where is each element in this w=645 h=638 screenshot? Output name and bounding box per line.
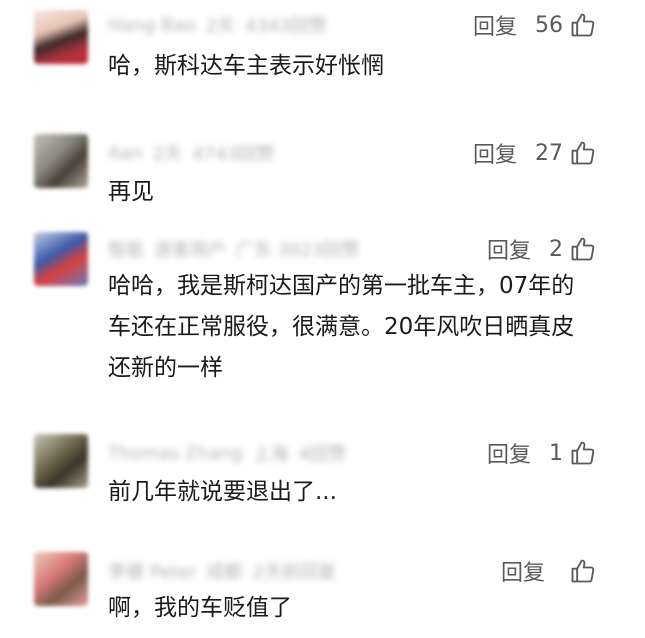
reply-button[interactable]: 回复 [473, 9, 517, 41]
comment-actions: 回复 [501, 554, 597, 588]
like-button[interactable] [563, 557, 597, 585]
comment-meta: 智能 游客用户 广东 3023回赞 [108, 236, 360, 262]
thumbs-up-icon [571, 141, 595, 165]
avatar[interactable] [34, 232, 88, 286]
avatar[interactable] [34, 434, 88, 488]
comment-meta: Hang Bao 2天 4343回赞 [108, 14, 327, 38]
thumbs-up-icon [571, 237, 595, 261]
time: 2天 [152, 144, 183, 165]
location: 4343回赞 [244, 16, 327, 37]
time: 上海 [252, 444, 289, 465]
like-button[interactable]: 1 [549, 439, 597, 467]
avatar[interactable] [34, 10, 88, 64]
time: 游客用户 [154, 240, 226, 261]
comment-meta: Thomas Zhang 上海 4回赞 [108, 442, 347, 466]
comment-actions: 回复 27 [473, 136, 597, 170]
reply-button[interactable]: 回复 [501, 555, 545, 587]
location: 广东 3023回赞 [236, 240, 360, 261]
username[interactable]: Thomas Zhang [108, 443, 243, 464]
thumbs-up-icon [571, 559, 595, 583]
like-button[interactable]: 27 [535, 139, 597, 167]
like-button[interactable]: 2 [549, 235, 597, 263]
like-count: 1 [549, 440, 563, 466]
location: 4回赞 [298, 444, 347, 465]
thumbs-up-icon [571, 13, 595, 37]
avatar[interactable] [34, 552, 88, 606]
comment-text: 哈哈，我是斯柯达国产的第一批车主，07年的车还在正常服役，很满意。20年风吹日晒… [108, 273, 575, 381]
time: 成都 [206, 562, 243, 583]
comment-actions: 回复 1 [487, 436, 597, 470]
like-count: 27 [535, 140, 563, 166]
username[interactable]: 李健 Peter [108, 558, 197, 584]
comment-text: 前几年就说要退出了... [108, 479, 337, 505]
reply-button[interactable]: 回复 [487, 233, 531, 265]
location: 4743回赞 [192, 144, 275, 165]
comment-meta: Aan 2天 4743回赞 [108, 142, 275, 166]
time: 2天 [205, 16, 235, 37]
username[interactable]: Hang Bao [108, 15, 196, 36]
username[interactable]: Aan [108, 143, 143, 164]
username[interactable]: 智能 [108, 236, 144, 262]
like-button[interactable]: 56 [535, 11, 597, 39]
comment-actions: 回复 2 [487, 232, 597, 266]
avatar[interactable] [34, 134, 88, 188]
comment-text: 哈，斯科达车主表示好怅惘 [108, 53, 384, 79]
reply-button[interactable]: 回复 [473, 137, 517, 169]
comment-meta: 李健 Peter 成都 2天前回复 [108, 558, 336, 584]
comment-text: 啊，我的车贬值了 [108, 595, 292, 621]
comment-actions: 回复 56 [473, 8, 597, 42]
like-count: 2 [549, 236, 563, 262]
reply-button[interactable]: 回复 [487, 437, 531, 469]
like-count: 56 [535, 12, 563, 38]
location: 2天前回复 [252, 562, 336, 583]
comment-text: 再见 [108, 179, 154, 205]
thumbs-up-icon [571, 441, 595, 465]
